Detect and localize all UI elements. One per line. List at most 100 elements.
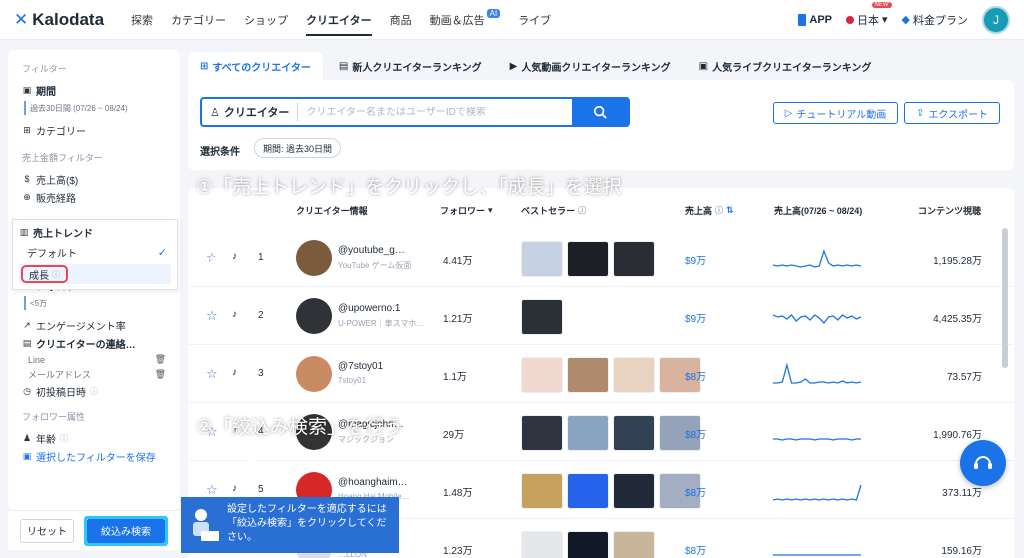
search-type[interactable]: ♙ クリエイター <box>202 103 299 121</box>
search-input[interactable] <box>298 106 572 118</box>
creator-name[interactable]: @youtube_g… <box>338 245 405 256</box>
content-views: 159.16万 <box>941 546 982 557</box>
help-icon: ⓘ <box>90 386 98 396</box>
filter-sales-channel[interactable]: ⊕ 販売経路 <box>22 188 166 206</box>
table-row[interactable]: ☆ ♪ 2 @upowerno.1 U-POWER｜車スマホ… 1.21万 $9… <box>188 287 1014 345</box>
table-row[interactable]: ☆ ♪ 1 @youtube_g… YouTube ゲーム仮面 4.41万 $9… <box>188 229 1014 287</box>
condition-chip[interactable]: 期間: 過去30日間 <box>254 138 342 158</box>
product-thumbnail[interactable] <box>613 241 655 277</box>
nav-product[interactable]: 商品 <box>381 0 421 40</box>
tutorial-button[interactable]: ▷ チュートリアル動画 <box>773 102 898 124</box>
content-views: 373.11万 <box>942 488 982 499</box>
person-icon: ♟ <box>22 432 32 443</box>
creator-avatar[interactable] <box>296 298 332 334</box>
nav-live[interactable]: ライブ <box>509 0 560 40</box>
logo[interactable]: ✕ Kalodata <box>14 10 104 30</box>
nav-explore[interactable]: 探索 <box>122 0 162 40</box>
trash-icon[interactable]: 🗑 <box>155 369 166 380</box>
filter-contact[interactable]: ▤ クリエイターの連絡… <box>22 334 166 352</box>
product-thumbnail[interactable] <box>521 299 563 335</box>
trash-icon[interactable]: 🗑 <box>155 354 166 365</box>
header-bestseller: ベストセラー ⓘ <box>521 204 586 217</box>
age-label: 年齢 <box>36 434 56 446</box>
filter-period[interactable]: ▣ 期間 <box>22 81 166 99</box>
filter-engagement[interactable]: ↗ エンゲージメント率 <box>22 316 166 334</box>
favorite-star-icon[interactable]: ☆ <box>206 366 218 382</box>
help-icon: ⓘ <box>52 269 60 279</box>
contact-icon: ▤ <box>22 337 32 348</box>
bar-chart-icon: ▥ <box>19 227 29 237</box>
header-followers[interactable]: フォロワー ▾ <box>440 204 493 217</box>
product-thumbnail[interactable] <box>567 415 609 451</box>
grid-icon: ⊞ <box>23 124 31 135</box>
support-button[interactable] <box>960 440 1006 486</box>
pricing-link[interactable]: ◆ 料金プラン <box>902 12 968 28</box>
tab-video-creators[interactable]: ▶ 人気動画クリエイターランキング <box>498 52 683 80</box>
save-filter-link[interactable]: ▣ 選択したフィルターを保存 <box>22 447 166 465</box>
product-thumbnail[interactable] <box>521 531 563 558</box>
tab-live-creators[interactable]: ▣ 人気ライブクリエイターランキング <box>687 52 884 80</box>
creator-tabs: ⊞ すべてのクリエイター ▤ 新人クリエイターランキング ▶ 人気動画クリエイターラン… <box>188 52 1014 80</box>
sales-trend-filter[interactable]: ▥ 売上トレンド <box>19 224 171 241</box>
nav-creator[interactable]: クリエイター <box>297 0 381 40</box>
nav-category[interactable]: カテゴリー <box>162 0 235 40</box>
header-views: コンテンツ視聴 <box>918 205 982 216</box>
product-thumbnail[interactable] <box>521 415 563 451</box>
sidebar-actions: リセット 絞込み検索 <box>8 510 180 550</box>
search-type-label: クリエイター <box>223 107 290 119</box>
option-growth-label: 成長 <box>29 270 49 282</box>
creator-avatar[interactable] <box>296 240 332 276</box>
product-thumbnail[interactable] <box>613 357 655 393</box>
product-thumbnail[interactable] <box>613 415 655 451</box>
sort-icon: ▾ <box>488 204 493 215</box>
creator-name[interactable]: @7stoy01 <box>338 361 383 372</box>
sparkline-path <box>772 314 862 325</box>
product-thumbnail[interactable] <box>521 357 563 393</box>
sales-value: $8万 <box>685 488 707 499</box>
follower-count: 1.23万 <box>443 546 473 557</box>
filter-sales-amount[interactable]: $ 売上高($) <box>22 170 166 188</box>
annotation-step1: ①「売上トレンド」をクリックし、「成長」を選択 <box>196 176 622 198</box>
product-thumbnail[interactable] <box>567 357 609 393</box>
tab-all-creators[interactable]: ⊞ すべてのクリエイター <box>188 52 323 80</box>
creator-name[interactable]: @upowerno.1 <box>338 303 400 314</box>
product-thumbnail[interactable] <box>567 241 609 277</box>
language-select[interactable]: 日本 ▾ NEW <box>846 1 892 28</box>
nav-video-ads[interactable]: 動画＆広告 AI <box>421 0 510 40</box>
product-thumbnail[interactable] <box>567 531 609 558</box>
product-thumbnail[interactable] <box>613 473 655 509</box>
product-thumbnail[interactable] <box>521 241 563 277</box>
reset-button[interactable]: リセット <box>20 518 74 543</box>
user-avatar[interactable]: J <box>982 5 1010 34</box>
sales-trend-label: 売上トレンド <box>33 229 93 240</box>
tab-new-creators[interactable]: ▤ 新人クリエイターランキング <box>327 52 494 80</box>
product-thumbnail[interactable] <box>613 531 655 558</box>
table-scrollbar[interactable] <box>1002 228 1008 368</box>
filter-category[interactable]: ⊞ カテゴリー <box>22 121 166 139</box>
header-sales[interactable]: 売上高 ⓘ ⇅ <box>685 204 734 217</box>
follower-count: 4.41万 <box>443 256 473 267</box>
bestseller-products <box>521 357 701 393</box>
creator-name[interactable]: @hoanghaim… <box>338 477 408 488</box>
search-button[interactable] <box>572 99 628 125</box>
favorite-star-icon[interactable]: ☆ <box>206 308 218 324</box>
option-default[interactable]: デフォルト ✓ <box>19 242 171 262</box>
filter-age[interactable]: ♟ 年齢 ⓘ <box>22 429 166 447</box>
nav-shop[interactable]: ショップ <box>235 0 297 40</box>
option-growth[interactable]: 成長 ⓘ <box>19 264 171 284</box>
filter-search-button[interactable]: 絞込み検索 <box>87 518 165 543</box>
top-nav: ✕ Kalodata 探索 カテゴリー ショップ クリエイター 商品 動画＆広告… <box>0 0 1024 40</box>
export-button[interactable]: ⇪ エクスポート <box>904 102 1000 124</box>
filter-first-post[interactable]: ◷ 初投稿日時 ⓘ <box>22 382 166 400</box>
header-sales-label: 売上高 <box>685 205 713 216</box>
product-thumbnail[interactable] <box>567 473 609 509</box>
creator-avatar[interactable] <box>296 356 332 392</box>
first-post-label: 初投稿日時 <box>36 387 86 399</box>
follower-value: <5万 <box>24 296 166 310</box>
phone-icon <box>798 13 807 26</box>
ai-badge: AI <box>486 9 501 18</box>
new-icon: ▤ <box>338 60 349 72</box>
product-thumbnail[interactable] <box>521 473 563 509</box>
table-row[interactable]: ☆ ♪ 3 @7stoy01 7stoy01 1.1万 $8万 73.57万 <box>188 345 1014 403</box>
app-link[interactable]: APP <box>798 13 832 26</box>
